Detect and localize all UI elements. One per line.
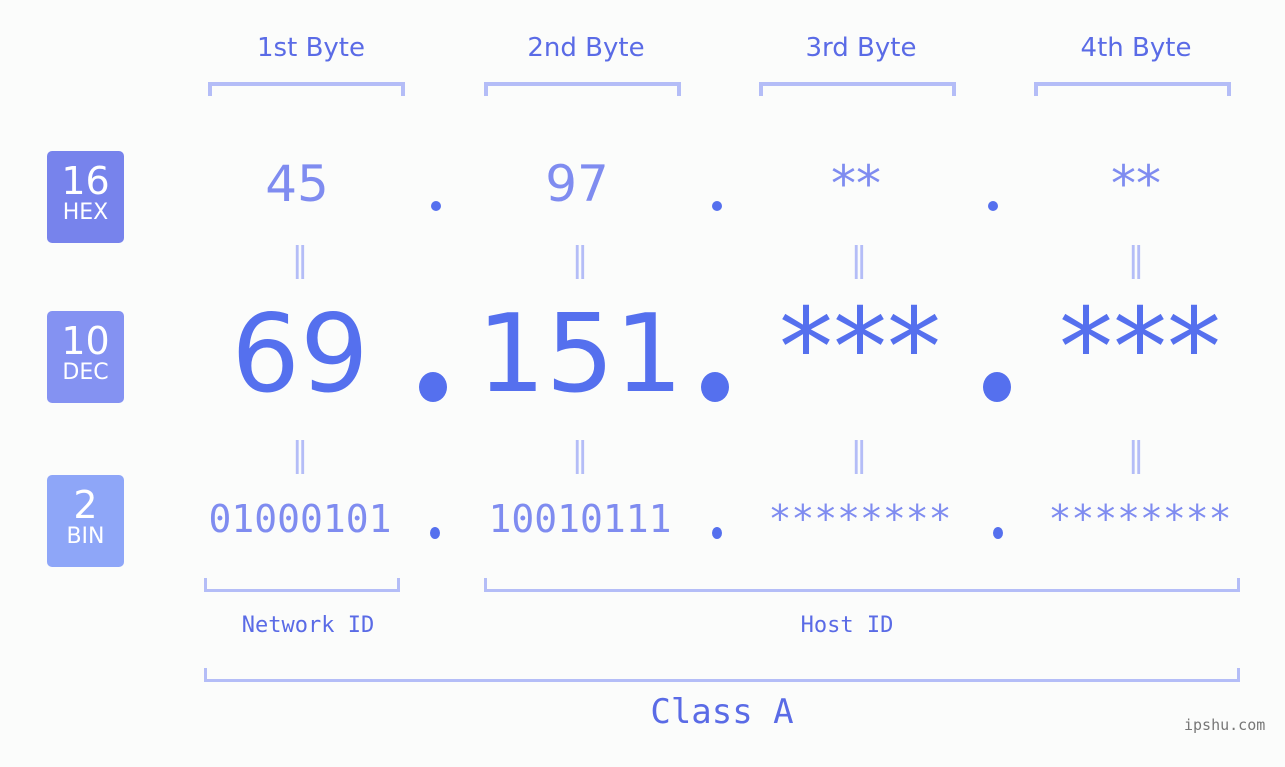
badge-hex-unit: HEX [62, 200, 109, 225]
header-byte-2: 2nd Byte [527, 33, 645, 63]
equals-hex-dec-4: ‖ [1127, 240, 1145, 280]
watermark: ipshu.com [1184, 716, 1266, 734]
badge-bin-number: 2 [73, 483, 98, 527]
bin-byte-2: 10010111 [488, 497, 672, 541]
bin-byte-3: ******** [768, 497, 952, 541]
bin-dot-1 [430, 527, 440, 539]
badge-hex-number: 16 [61, 159, 110, 203]
header-byte-3: 3rd Byte [805, 33, 917, 63]
badge-bin: 2 BIN [47, 475, 124, 567]
equals-hex-dec-3: ‖ [850, 240, 868, 280]
hex-byte-2: 97 [545, 155, 609, 213]
badge-dec: 10 DEC [47, 311, 124, 403]
host-id-label: Host ID [800, 613, 894, 638]
equals-hex-dec-1: ‖ [291, 240, 309, 280]
bin-byte-1: 01000101 [208, 497, 392, 541]
dec-dot-3 [983, 372, 1011, 402]
hex-dot-1 [431, 201, 441, 211]
bracket-byte-1 [208, 82, 405, 96]
bracket-byte-2 [484, 82, 681, 96]
bracket-byte-4 [1034, 82, 1231, 96]
bin-byte-4: ******** [1048, 497, 1232, 541]
dec-byte-3: *** [779, 286, 941, 411]
dec-byte-4: *** [1059, 286, 1221, 411]
badge-hex: 16 HEX [47, 151, 124, 243]
dec-byte-1: 69 [231, 292, 369, 417]
bin-dot-3 [993, 527, 1003, 539]
hex-byte-1: 45 [265, 155, 329, 213]
bin-dot-2 [712, 527, 722, 539]
badge-dec-number: 10 [61, 319, 110, 363]
class-label: Class A [650, 692, 794, 732]
bracket-network-id [204, 578, 400, 592]
equals-dec-bin-4: ‖ [1127, 435, 1145, 475]
equals-dec-bin-3: ‖ [850, 435, 868, 475]
network-id-label: Network ID [241, 613, 375, 638]
bracket-class [204, 668, 1240, 682]
dec-dot-1 [419, 372, 447, 402]
equals-dec-bin-2: ‖ [571, 435, 589, 475]
dec-byte-2: 151 [476, 292, 684, 417]
hex-byte-3: ** [831, 155, 881, 213]
hex-dot-3 [988, 201, 998, 211]
header-byte-4: 4th Byte [1080, 33, 1192, 63]
bracket-byte-3 [759, 82, 956, 96]
badge-bin-unit: BIN [66, 524, 105, 549]
hex-dot-2 [712, 201, 722, 211]
hex-byte-4: ** [1111, 155, 1161, 213]
header-byte-1: 1st Byte [257, 33, 365, 63]
equals-hex-dec-2: ‖ [571, 240, 589, 280]
dec-dot-2 [701, 372, 729, 402]
equals-dec-bin-1: ‖ [291, 435, 309, 475]
bracket-host-id [484, 578, 1240, 592]
badge-dec-unit: DEC [62, 360, 109, 385]
